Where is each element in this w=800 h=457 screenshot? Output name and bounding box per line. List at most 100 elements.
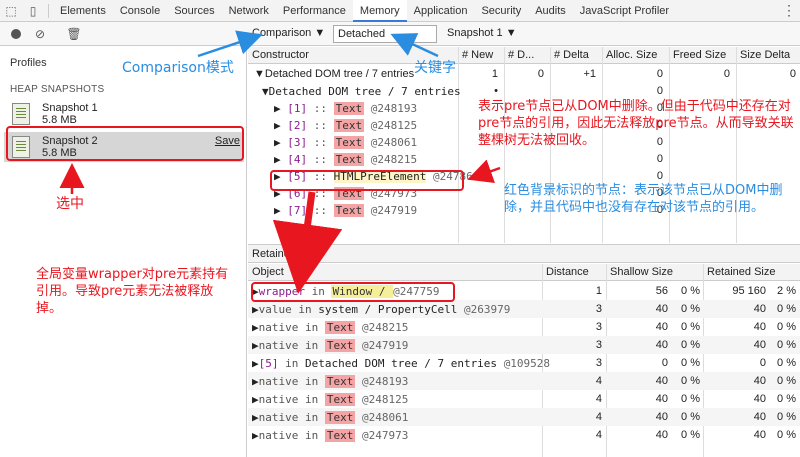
expand-arrow-icon[interactable]: ▶ bbox=[252, 357, 259, 370]
separator: :: bbox=[307, 153, 334, 166]
record-icon[interactable] bbox=[8, 26, 24, 42]
highlight-box-snapshot-2 bbox=[6, 126, 244, 161]
shallow-pct: 0 % bbox=[681, 285, 700, 297]
trash-icon[interactable]: 🗑 bbox=[66, 26, 82, 42]
retainer-object: ▶native in Text @247973 bbox=[252, 429, 408, 442]
memory-toolbar: ⊘ 🗑 Comparison ▼ Snapshot 1 ▼ bbox=[0, 22, 800, 46]
tab-network[interactable]: Network bbox=[222, 0, 276, 22]
divider bbox=[48, 3, 49, 18]
expand-arrow-icon[interactable]: ▶ bbox=[274, 102, 281, 115]
retainer-row[interactable]: ▶native in Text @247973 4 40 0 % 40 0 % bbox=[248, 426, 800, 444]
expand-arrow-icon[interactable]: ▶ bbox=[274, 119, 281, 132]
snapshot-item-1[interactable]: Snapshot 1 5.8 MB bbox=[4, 99, 244, 129]
retainers-panel: Retainers Object Distance Shallow Size R… bbox=[248, 244, 800, 457]
device-toolbar-icon[interactable]: ▯ bbox=[22, 0, 44, 22]
expand-arrow-icon[interactable]: ▶ bbox=[274, 153, 281, 166]
col-constructor[interactable]: Constructor bbox=[252, 49, 309, 61]
expand-arrow-icon[interactable]: ▶ bbox=[252, 429, 259, 442]
retainer-object: ▶native in Text @248193 bbox=[252, 375, 408, 388]
col-freed-size[interactable]: Freed Size bbox=[673, 49, 726, 61]
retained-pct: 0 % bbox=[777, 393, 796, 405]
group-label: ▼Detached DOM tree / 7 entries bbox=[254, 68, 414, 80]
retainer-row[interactable]: ▶value in system / PropertyCell @263979 3… bbox=[248, 300, 800, 318]
retainer-row[interactable]: ▶native in Text @248061 4 40 0 % 40 0 % bbox=[248, 408, 800, 426]
table-row[interactable]: ▼Detached DOM tree / 7 entries 1 0 +1 0 … bbox=[248, 66, 800, 83]
expand-arrow-icon[interactable]: ▼ bbox=[254, 68, 265, 80]
more-menu-icon[interactable]: ⋮ bbox=[778, 2, 800, 19]
retainer-owner: Text bbox=[324, 339, 356, 352]
tab-console[interactable]: Console bbox=[113, 0, 167, 22]
expand-arrow-icon[interactable]: ▶ bbox=[252, 375, 259, 388]
distance: 3 bbox=[595, 321, 602, 333]
col-retained-size[interactable]: Retained Size bbox=[707, 266, 776, 278]
retained-pct: 0 % bbox=[777, 357, 796, 369]
tab-memory[interactable]: Memory bbox=[352, 0, 407, 22]
alloc-size: 0 bbox=[656, 85, 663, 97]
retainer-row[interactable]: ▶native in Text @248193 4 40 0 % 40 0 % bbox=[248, 372, 800, 390]
retainer-owner: Text bbox=[324, 375, 356, 388]
retainer-row[interactable]: ▶native in Text @247919 3 40 0 % 40 0 % bbox=[248, 336, 800, 354]
node-index: [1] bbox=[287, 102, 308, 115]
expand-arrow-icon[interactable]: ▶ bbox=[252, 393, 259, 406]
deleted-count: 0 bbox=[537, 68, 544, 80]
col-alloc-size[interactable]: Alloc. Size bbox=[606, 49, 657, 61]
inspect-element-icon[interactable]: ⬚ bbox=[0, 0, 22, 22]
retainer-in: in bbox=[298, 429, 325, 442]
col-new[interactable]: # New bbox=[462, 49, 493, 61]
annotation-keyword: 关键字 bbox=[414, 60, 456, 76]
shallow-size: 40 bbox=[655, 321, 668, 333]
col-deleted[interactable]: # D... bbox=[508, 49, 534, 61]
tab-audits[interactable]: Audits bbox=[528, 0, 573, 22]
retainer-property: native bbox=[258, 321, 299, 334]
retained-size: 40 bbox=[753, 393, 766, 405]
tab-sources[interactable]: Sources bbox=[167, 0, 221, 22]
expand-arrow-icon[interactable]: ▶ bbox=[252, 411, 259, 424]
tab-elements[interactable]: Elements bbox=[53, 0, 113, 22]
tab-performance[interactable]: Performance bbox=[276, 0, 353, 22]
node-address: @248215 bbox=[364, 153, 418, 166]
retainer-row[interactable]: ▶native in Text @248125 4 40 0 % 40 0 % bbox=[248, 390, 800, 408]
col-delta[interactable]: # Delta bbox=[554, 49, 589, 61]
retained-pct: 0 % bbox=[777, 375, 796, 387]
retainer-property: native bbox=[258, 339, 299, 352]
expand-arrow-icon[interactable]: ▼ bbox=[262, 85, 269, 98]
retainer-address: @248215 bbox=[355, 321, 409, 334]
col-size-delta[interactable]: Size Delta bbox=[740, 49, 790, 61]
retainer-row[interactable]: ▶native in Text @248215 3 40 0 % 40 0 % bbox=[248, 318, 800, 336]
shallow-pct: 0 % bbox=[681, 429, 700, 441]
col-distance[interactable]: Distance bbox=[546, 266, 589, 278]
col-shallow-size[interactable]: Shallow Size bbox=[610, 266, 673, 278]
clear-icon[interactable]: ⊘ bbox=[32, 26, 48, 42]
tab-application[interactable]: Application bbox=[407, 0, 475, 22]
retainer-row[interactable]: ▶[5] in Detached DOM tree / 7 entries @1… bbox=[248, 354, 800, 372]
retainer-in: in bbox=[291, 303, 319, 316]
highlight-box-wrapper bbox=[251, 282, 455, 302]
expand-arrow-icon[interactable]: ▶ bbox=[252, 303, 259, 316]
separator: :: bbox=[307, 102, 334, 115]
node-label: ▶ [4] :: Text @248215 bbox=[274, 153, 417, 166]
retained-size: 95 160 bbox=[732, 285, 766, 297]
table-row[interactable]: ▶ [4] :: Text @248215 0 bbox=[248, 151, 800, 168]
distance: 4 bbox=[595, 375, 602, 387]
class-filter-input[interactable] bbox=[333, 25, 437, 43]
constructor-name: Detached DOM tree / 7 entries bbox=[268, 85, 461, 98]
shallow-pct: 0 % bbox=[681, 411, 700, 423]
distance: 3 bbox=[595, 339, 602, 351]
col-object[interactable]: Object bbox=[252, 266, 284, 278]
freed-size: 0 bbox=[723, 68, 730, 80]
tab-security[interactable]: Security bbox=[474, 0, 528, 22]
snapshot-size: 5.8 MB bbox=[42, 114, 77, 126]
expand-arrow-icon[interactable]: ▶ bbox=[274, 136, 281, 149]
expand-arrow-icon[interactable]: ▶ bbox=[252, 321, 259, 334]
view-mode-select[interactable]: Comparison ▼ bbox=[252, 27, 325, 39]
base-snapshot-select[interactable]: Snapshot 1 ▼ bbox=[447, 27, 517, 39]
expand-arrow-icon[interactable]: ▶ bbox=[252, 339, 259, 352]
tab-javascript-profiler[interactable]: JavaScript Profiler bbox=[573, 0, 676, 22]
retainer-owner: Text bbox=[324, 393, 356, 406]
comparison-header: Constructor # New # D... # Delta Alloc. … bbox=[248, 47, 800, 64]
expand-arrow-icon[interactable]: ▶ bbox=[274, 204, 281, 217]
shallow-size: 0 bbox=[661, 357, 668, 369]
retainer-property: native bbox=[258, 375, 299, 388]
alloc-size: 0 bbox=[656, 170, 663, 182]
distance: 3 bbox=[595, 357, 602, 369]
